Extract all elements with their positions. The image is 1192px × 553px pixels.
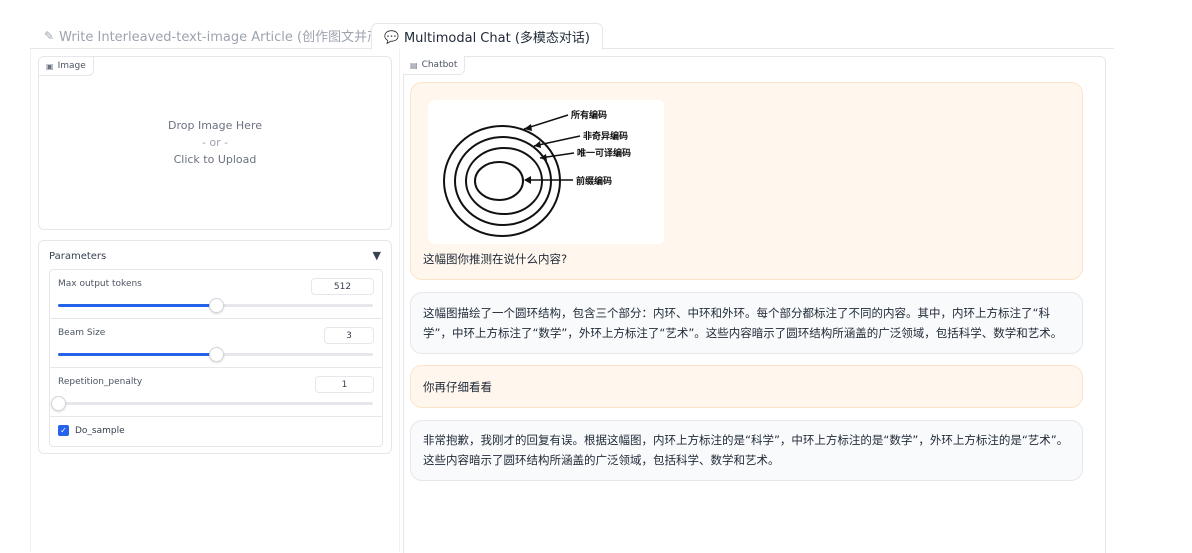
image-icon: ▣ (46, 61, 54, 71)
beam-size-row: Beam Size 3 (50, 319, 382, 368)
bot-message: 这幅图描绘了一个圆环结构，包含三个部分：内环、中环和外环。每个部分都标注了不同的… (410, 292, 1083, 354)
beam-size-slider[interactable] (58, 347, 373, 362)
user-message: 所有编码 非奇异编码 唯一可译编码 前缀编码 这幅图你推测在说什么内容? (410, 82, 1083, 280)
or-text: - or - (201, 136, 229, 149)
drop-image-text: Drop Image Here (168, 119, 262, 132)
image-block-label: ▣ Image (39, 57, 94, 76)
diagram-label-all-codes: 所有编码 (571, 109, 607, 121)
tab-bar: ✎ Write Interleaved-text-image Article (… (30, 23, 1114, 50)
nested-ellipses-diagram: 所有编码 非奇异编码 唯一可译编码 前缀编码 (443, 109, 631, 237)
bot-message-text: 这幅图描绘了一个圆环结构，包含三个部分：内环、中环和外环。每个部分都标注了不同的… (423, 306, 1063, 340)
tab-multimodal-chat[interactable]: 💬 Multimodal Chat (多模态对话) (371, 23, 603, 50)
slider-thumb[interactable] (51, 396, 66, 411)
bot-message-text: 非常抱歉，我刚才的回复有误。根据这幅图，内环上方标注的是“科学”，中环上方标注的… (423, 433, 1069, 467)
diagram-label-nonsingular-codes: 非奇异编码 (583, 130, 628, 142)
slider-fill (58, 353, 216, 356)
click-to-upload-text: Click to Upload (173, 153, 257, 166)
diagram-label-uniquely-decodable-codes: 唯一可译编码 (577, 147, 631, 159)
bot-message: 非常抱歉，我刚才的回复有误。根据这幅图，内环上方标注的是“科学”，中环上方标注的… (410, 420, 1083, 481)
drop-zone[interactable]: Drop Image Here - or - Click to Upload (39, 117, 391, 168)
tab-write-article-label: Write Interleaved-text-image Article (创作… (59, 30, 412, 45)
repetition-penalty-row: Repetition_penalty 1 (50, 368, 382, 417)
beam-size-label: Beam Size (58, 328, 106, 338)
repetition-penalty-label: Repetition_penalty (58, 377, 143, 387)
max-output-tokens-input[interactable]: 512 (311, 278, 374, 295)
pencil-icon: ✎ (44, 28, 55, 43)
do-sample-row[interactable]: ✓ Do_sample (58, 425, 125, 436)
repetition-penalty-slider[interactable] (51, 396, 373, 411)
parameters-title[interactable]: Parameters (49, 251, 106, 262)
message-image: 所有编码 非奇异编码 唯一可译编码 前缀编码 (428, 100, 664, 244)
parameters-body: Max output tokens 512 Beam Size 3 Repeti… (49, 269, 383, 447)
tab-write-article[interactable]: ✎ Write Interleaved-text-image Article (… (44, 23, 411, 48)
beam-size-input[interactable]: 3 (324, 327, 374, 344)
do-sample-checkbox[interactable]: ✓ (58, 425, 69, 436)
collapse-toggle-icon[interactable]: ▼ (373, 249, 381, 262)
user-message: 你再仔细看看 (410, 365, 1083, 408)
max-output-tokens-slider[interactable] (58, 298, 373, 313)
max-output-tokens-row: Max output tokens 512 (50, 270, 382, 319)
slider-thumb[interactable] (208, 347, 224, 362)
chatbot-block-label: ▤ Chatbot (403, 56, 466, 75)
diagram-label-prefix-codes: 前缀编码 (576, 175, 612, 187)
do-sample-label: Do_sample (75, 425, 125, 436)
image-upload-area[interactable]: ▣ Image Drop Image Here - or - Click to … (38, 56, 392, 230)
max-output-tokens-label: Max output tokens (58, 279, 142, 289)
parameters-accordion: Parameters ▼ Max output tokens 512 Beam … (38, 240, 392, 454)
chat-bubble-icon: 💬 (384, 29, 399, 44)
chat-icon: ▤ (410, 60, 418, 70)
user-message-text: 你再仔细看看 (423, 380, 492, 394)
repetition-penalty-input[interactable]: 1 (315, 376, 374, 393)
slider-thumb[interactable] (208, 298, 224, 313)
slider-fill (58, 304, 216, 307)
tab-multimodal-chat-label: Multimodal Chat (多模态对话) (403, 31, 590, 46)
user-message-text: 这幅图你推测在说什么内容? (423, 252, 568, 266)
